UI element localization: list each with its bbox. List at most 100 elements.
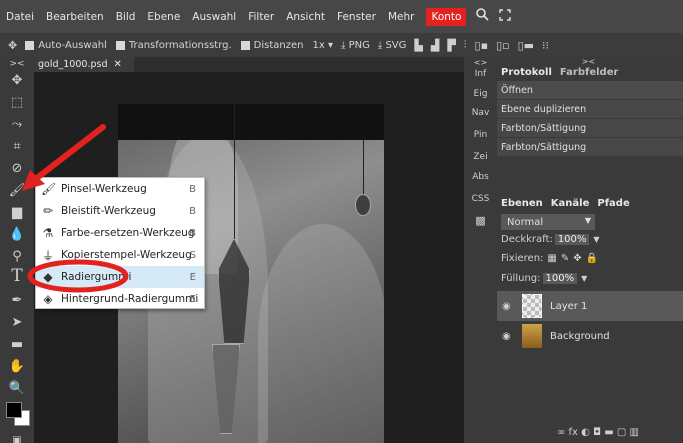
marquee-tool-icon[interactable]: ⬚ [0,91,34,113]
history-row[interactable]: Farbton/Sättigung [497,138,683,157]
tab-protokoll[interactable]: Protokoll [497,67,556,78]
document-tab[interactable]: gold_1000.psd ✕ [34,57,134,72]
panel-info[interactable]: Inf [464,69,497,79]
layer-row[interactable]: ◉ Layer 1 [497,291,683,321]
menu-auswahl[interactable]: Auswahl [192,11,236,23]
chevron-down-icon[interactable]: ▼ [593,235,599,244]
lock-all-icon[interactable]: 🔒 [586,253,598,264]
flyout-item-color-replace[interactable]: ⚗ Farbe-ersetzen-Werkzeug B [36,222,204,244]
menu-mehr[interactable]: Mehr [388,11,415,23]
menu-konto[interactable]: Konto [426,7,467,26]
panel-properties[interactable]: Eig [464,89,497,99]
export-png-button[interactable]: ⤓ PNG [341,40,370,51]
gradient-tool-icon[interactable]: ▆ [0,201,34,223]
mask-icon[interactable]: ◘ [593,427,601,438]
more-align-icon[interactable]: ⁝⁝ [542,39,549,52]
opacity-input[interactable]: 100% [554,234,590,245]
options-bar: ✥ Auto-Auswahl Transformationsstrg. Dist… [0,33,683,57]
tool-flyout-menu: 🖌 Pinsel-Werkzeug B ✏ Bleistift-Werkzeug… [35,177,205,309]
zoom-dropdown[interactable]: 1x ▾ [312,40,332,51]
panel-paragraph[interactable]: Abs [464,172,497,182]
panel-brush[interactable]: Pin [464,130,497,140]
foreground-color-swatch[interactable] [6,402,22,418]
lock-transparency-icon[interactable]: ▦ [547,253,556,264]
search-icon[interactable] [476,8,490,25]
flyout-item-eraser[interactable]: ◆ Radiergummi E [36,266,204,288]
healing-tool-icon[interactable]: ⊘ [0,157,34,179]
flyout-item-background-eraser[interactable]: ◈ Hintergrund-Radiergummi E [36,288,204,310]
adjustment-icon[interactable]: ◐ [581,427,590,438]
folder-icon[interactable]: ▬ [604,427,613,438]
blur-tool-icon[interactable]: 💧 [0,223,34,245]
layer-footer-icons: ∞ fx ◐ ◘ ▬ ▢ ▥ [557,427,639,438]
link-icon[interactable]: ∞ [557,427,565,438]
align-center-icon[interactable]: ▟ [431,39,439,52]
quick-mask-icon[interactable]: ▣ [0,429,34,443]
menu-ebene[interactable]: Ebene [147,11,180,23]
image-dark-top [118,104,384,140]
align-top-icon[interactable]: ⫶ [464,38,467,52]
crop-tool-icon[interactable]: ⌗ [0,135,34,157]
menu-bild[interactable]: Bild [116,11,136,23]
move-tool-icon[interactable]: ✥ [0,69,34,91]
chevron-down-icon[interactable]: ▼ [581,274,587,283]
text-tool-icon[interactable]: T [0,265,34,287]
stupa-right [258,224,384,443]
flyout-item-label: Farbe-ersetzen-Werkzeug [61,227,195,239]
tab-ebenen[interactable]: Ebenen [497,198,547,209]
tab-farbfelder[interactable]: Farbfelder [556,67,623,78]
distances-checkbox[interactable]: Distanzen [240,39,304,51]
path-select-tool-icon[interactable]: ➤ [0,311,34,333]
dodge-tool-icon[interactable]: ⚲ [0,245,34,267]
panel-css[interactable]: CSS [464,194,497,204]
distribute-h-icon[interactable]: ▯▬ [518,39,534,52]
lock-position-icon[interactable]: ✥ [573,253,581,264]
auto-select-checkbox[interactable]: Auto-Auswahl [25,40,107,51]
trash-icon[interactable]: ▥ [629,427,638,438]
menu-datei[interactable]: Datei [6,11,34,23]
blend-mode-select[interactable]: Normal ▼ [501,214,595,230]
export-svg-button[interactable]: ⤓ SVG [378,40,407,51]
close-icon[interactable]: ✕ [113,59,121,70]
menu-filter[interactable]: Filter [248,11,274,23]
eye-icon[interactable]: ◉ [502,301,518,312]
new-layer-icon[interactable]: ▢ [617,427,626,438]
menu-bearbeiten[interactable]: Bearbeiten [46,11,104,23]
svg-label: SVG [385,39,407,51]
shape-tool-icon[interactable]: ▬ [0,333,34,355]
fullscreen-icon[interactable] [499,8,512,25]
eye-icon[interactable]: ◉ [502,331,518,342]
history-row[interactable]: Farbton/Sättigung [497,119,683,138]
distribute-v-icon[interactable]: ▯▫ [496,39,510,52]
panel-character[interactable]: Zei [464,152,497,162]
effects-icon[interactable]: fx [569,427,578,438]
panel-collapse-icon[interactable]: <> [464,58,497,67]
flyout-item-brush[interactable]: 🖌 Pinsel-Werkzeug B [36,178,204,200]
tab-kanaele[interactable]: Kanäle [547,198,594,209]
align-right-icon[interactable]: ▛ [447,39,455,52]
menu-ansicht[interactable]: Ansicht [286,11,325,23]
flyout-item-clone-stamp[interactable]: ⏚ Kopierstempel-Werkzeug S [36,244,204,266]
tab-pfade[interactable]: Pfade [593,198,633,209]
hand-tool-icon[interactable]: ✋ [0,355,34,377]
lock-paint-icon[interactable]: ✎ [561,253,569,264]
lasso-tool-icon[interactable]: ⤳ [0,113,34,135]
image-panel-icon[interactable]: ▩ [464,214,497,227]
flyout-item-shortcut: E [189,271,196,283]
history-row[interactable]: Öffnen [497,81,683,100]
menu-fenster[interactable]: Fenster [337,11,376,23]
brush-tool-icon[interactable]: 🖌 [0,179,34,201]
fill-input[interactable]: 100% [542,273,578,284]
align-left-icon[interactable]: ▙ [414,39,422,52]
zoom-tool-icon[interactable]: 🔍 [0,377,34,399]
layer-row[interactable]: ◉ Background [497,321,683,351]
distances-label: Distanzen [253,39,304,51]
distribute-icon[interactable]: ▯▪ [475,39,489,52]
transform-controls-checkbox[interactable]: Transformationsstrg. [115,40,232,51]
flyout-item-pencil[interactable]: ✏ Bleistift-Werkzeug B [36,200,204,222]
pen-tool-icon[interactable]: ✒ [0,289,34,311]
flyout-item-shortcut: E [189,293,196,305]
panel-navigator[interactable]: Nav [464,108,497,118]
checkbox-box [25,40,35,50]
history-row[interactable]: Ebene duplizieren [497,100,683,119]
